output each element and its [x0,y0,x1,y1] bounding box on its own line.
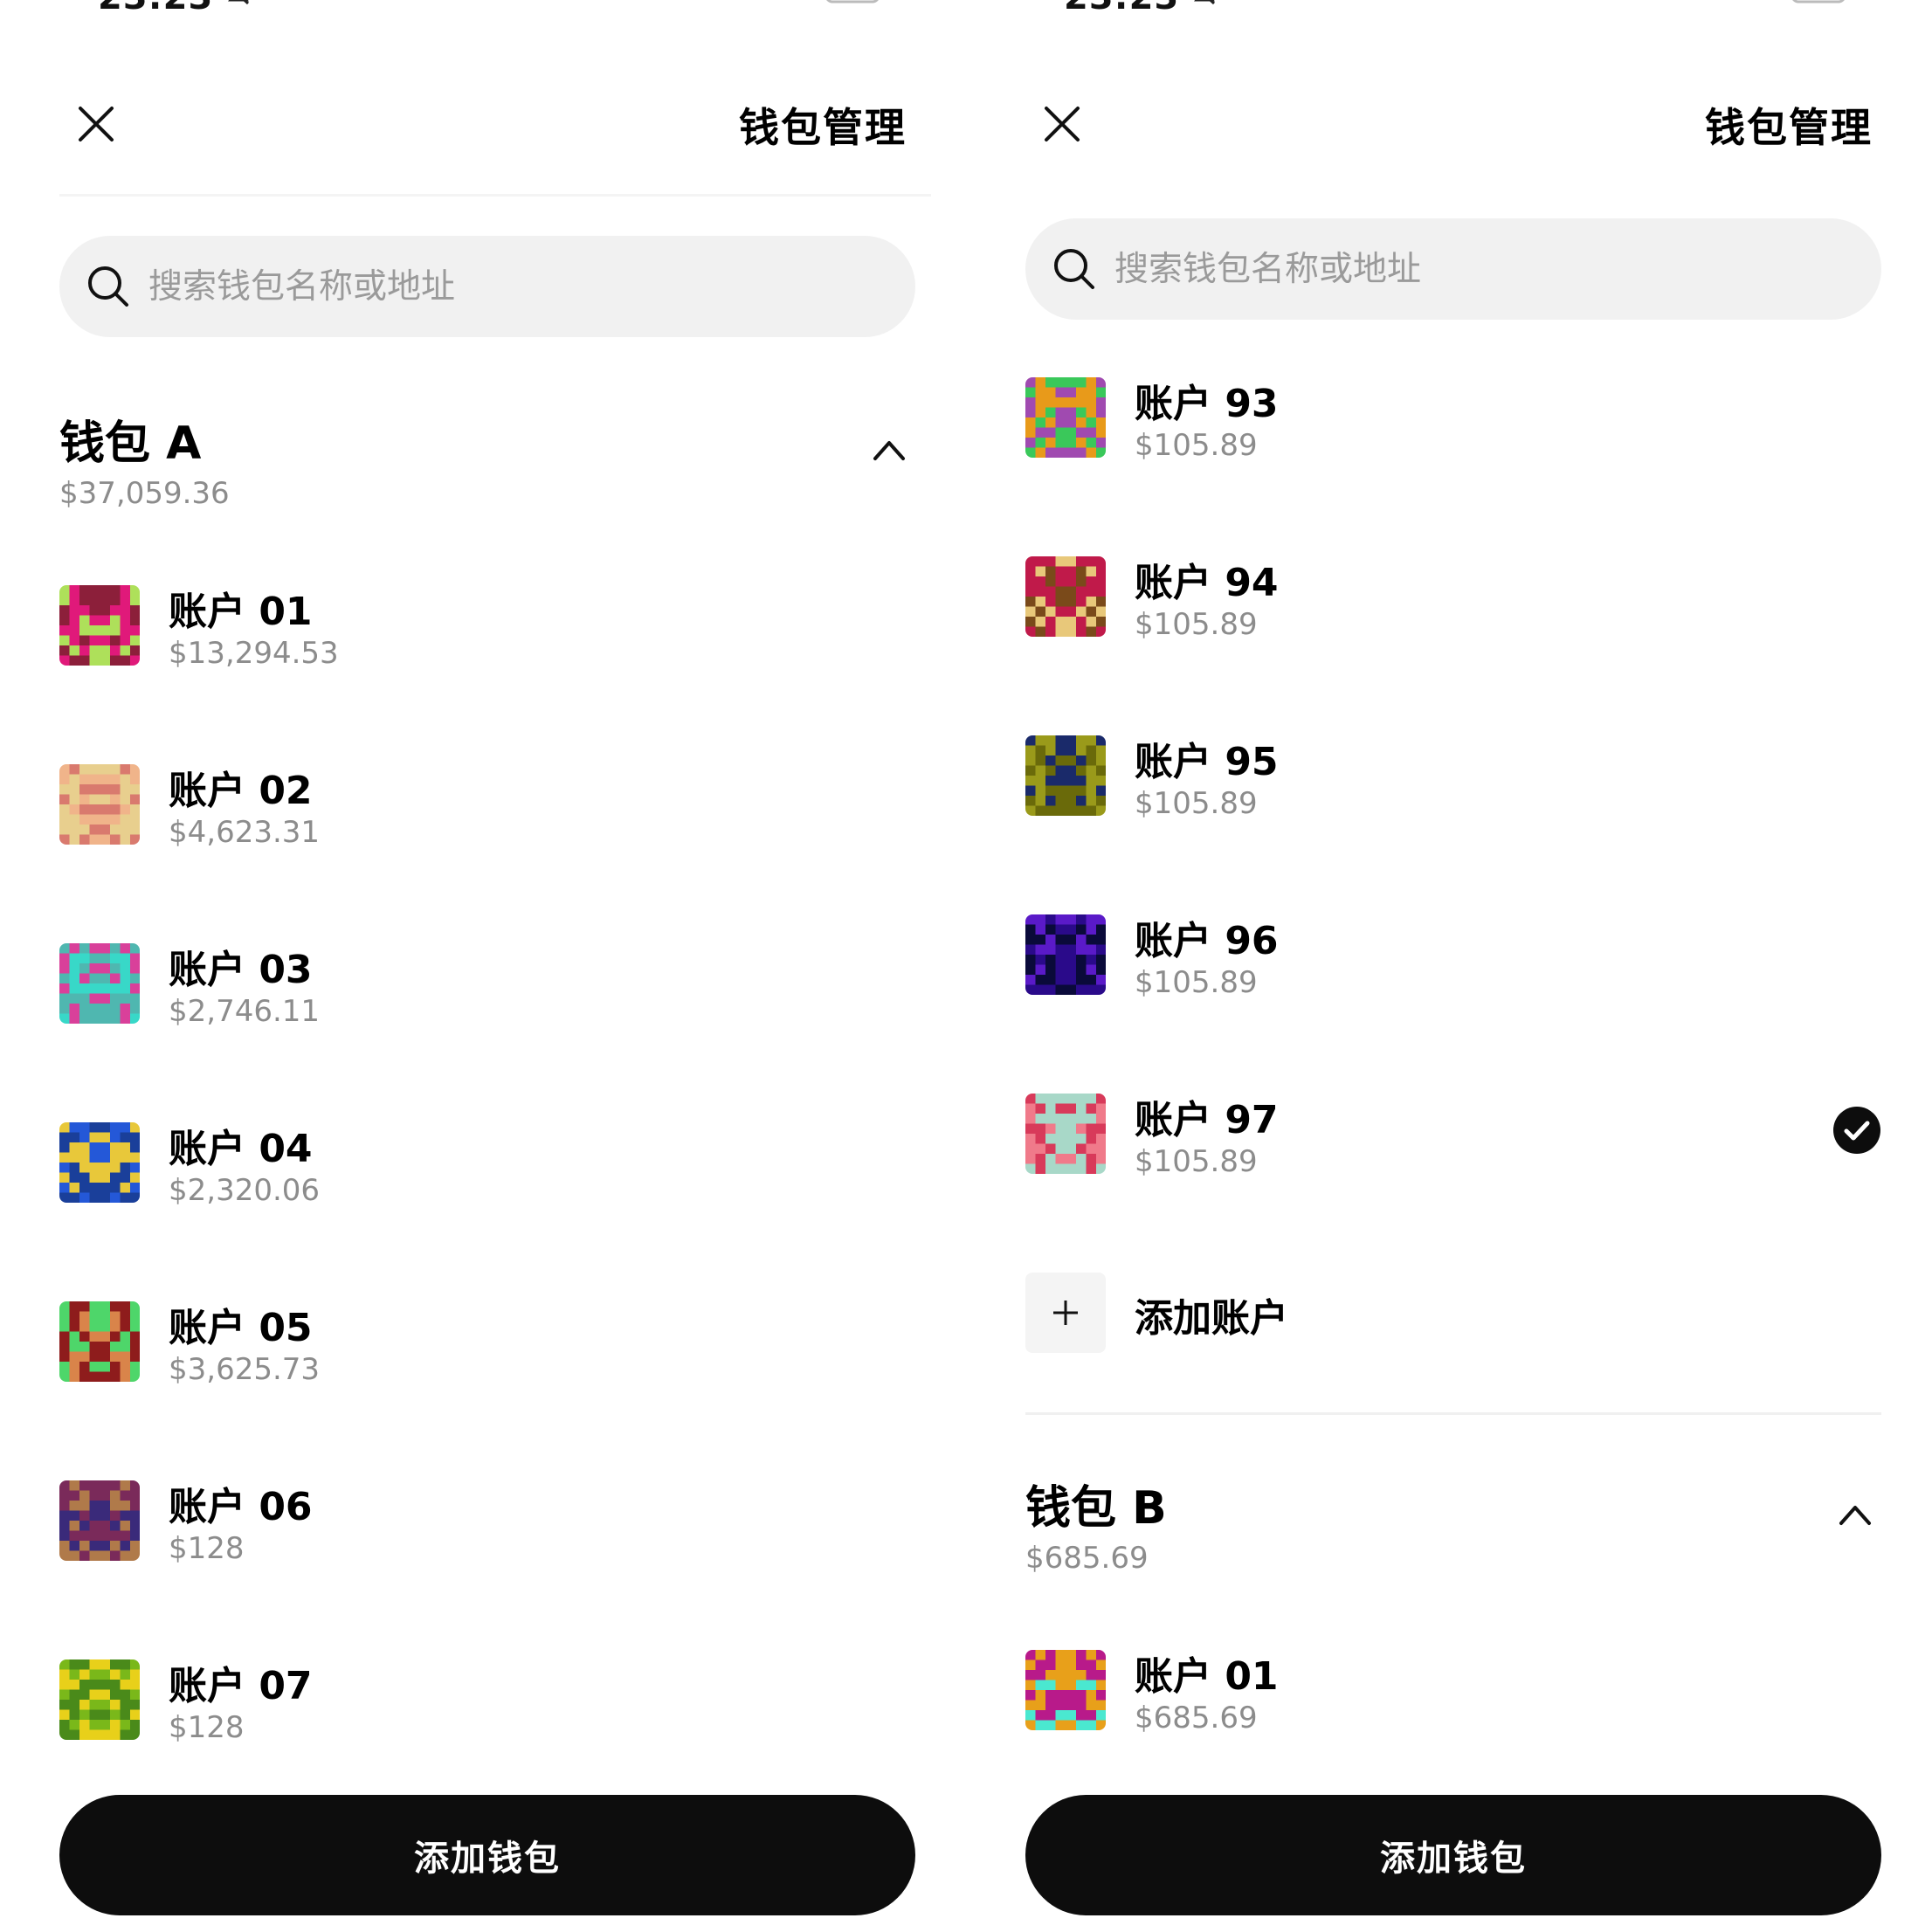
account-avatar [59,1480,140,1561]
account-balance: $2,746.11 [169,994,321,1029]
account-balance: $105.89 [1135,607,1258,642]
account-balance: $128 [169,1531,245,1566]
account-avatar [1025,1650,1106,1730]
account-balance: $685.69 [1135,1701,1258,1735]
status-time: 23:23 [1064,0,1179,17]
account-name: 账户 05 [169,1306,313,1350]
status-time: 23:23 [98,0,213,17]
wallet-total-balance: $37,059.36 [59,476,230,511]
account-name: 账户 07 [169,1664,313,1708]
account-name: 账户 03 [169,948,313,992]
add-account-label: 添加账户 [1135,1296,1288,1341]
account-balance: $4,623.31 [169,815,321,850]
account-avatar [59,764,140,845]
account-balance: $128 [169,1710,245,1745]
wallet-list: 账户 93 $105.89 账户 94 $105.89 账户 95 $105.89 账户 9… [1025,377,1881,1829]
account-avatar [59,1659,140,1740]
search-bar[interactable] [1025,218,1881,320]
account-avatar [1025,556,1106,637]
account-name: 账户 96 [1135,919,1279,963]
divider [1025,1412,1881,1415]
battery-icon [826,0,879,3]
close-icon[interactable] [75,103,117,145]
bell-muted-icon [1194,0,1216,5]
status-bar: 23:23 [0,0,966,17]
account-item[interactable]: 账户 03 $2,746.11 [59,943,915,1122]
page-title: 钱包管理 [739,104,907,151]
header: 钱包管理 [59,87,907,157]
account-avatar [59,1122,140,1203]
wifi-icon [1740,0,1759,2]
chevron-up-icon[interactable] [1838,1502,1873,1527]
add-wallet-button[interactable]: 添加钱包 [59,1795,915,1915]
account-name: 账户 01 [169,590,313,634]
account-name: 账户 04 [169,1127,313,1171]
search-input[interactable] [1114,249,1866,289]
account-balance: $105.89 [1135,786,1258,821]
account-item[interactable]: 账户 96 $105.89 [1025,914,1881,1094]
account-avatar [59,585,140,666]
search-icon [88,266,128,307]
wallet-total-balance: $685.69 [1025,1541,1149,1576]
plus-icon [1025,1273,1106,1353]
account-name: 账户 97 [1135,1098,1279,1142]
account-item[interactable]: 账户 94 $105.89 [1025,556,1881,735]
account-item[interactable]: 账户 05 $3,625.73 [59,1301,915,1480]
account-name: 账户 02 [169,769,313,813]
account-balance: $105.89 [1135,1144,1258,1179]
add-wallet-button[interactable]: 添加钱包 [1025,1795,1881,1915]
account-balance: $105.89 [1135,965,1258,1000]
chevron-up-icon[interactable] [872,438,907,462]
account-item[interactable]: 账户 06 $128 [59,1480,915,1659]
account-item[interactable]: 账户 93 $105.89 [1025,377,1881,556]
close-icon[interactable] [1041,103,1083,145]
bell-muted-icon [228,0,250,5]
account-item[interactable]: 账户 97 $105.89 [1025,1094,1881,1273]
battery-icon [1792,0,1845,3]
account-balance: $3,625.73 [169,1352,321,1387]
account-item[interactable]: 账户 95 $105.89 [1025,735,1881,914]
account-name: 账户 93 [1135,382,1279,426]
wallet-header[interactable]: 钱包 A $37,059.36 [59,406,915,585]
wifi-icon [774,0,793,2]
account-name: 账户 94 [1135,561,1279,605]
page-title: 钱包管理 [1705,104,1873,151]
account-avatar [1025,1094,1106,1174]
status-bar: 23:23 [966,0,1932,17]
check-circle-icon [1833,1107,1880,1154]
account-avatar [1025,377,1106,458]
add-account-button[interactable]: 添加账户 [1025,1273,1881,1412]
account-name: 账户 01 [1135,1654,1279,1699]
wallet-name: 钱包 B [1025,1482,1167,1535]
account-item[interactable]: 账户 01 $13,294.53 [59,585,915,764]
search-input[interactable] [148,266,900,307]
wallet-list: 钱包 A $37,059.36 账户 01 $13,294.53 账户 02 $4,6… [59,406,915,1839]
search-icon [1054,249,1094,289]
wallet-name: 钱包 A [59,417,202,470]
account-avatar [1025,735,1106,816]
account-avatar [59,1301,140,1382]
account-balance: $105.89 [1135,428,1258,463]
account-name: 账户 06 [169,1485,313,1529]
search-bar[interactable] [59,236,915,337]
account-item[interactable]: 账户 02 $4,623.31 [59,764,915,943]
divider [59,194,931,197]
account-name: 账户 95 [1135,740,1279,784]
account-avatar [59,943,140,1024]
header: 钱包管理 [1025,87,1873,157]
wallet-management-screen-left: 23:23 钱包管理 钱包 A $37,059.36 账户 01$13,294.… [0,0,966,1932]
wallet-management-screen-right: 23:23 钱包管理 账户 93$105.89账户 94$105.89账户 95… [966,0,1932,1932]
account-balance: $13,294.53 [169,636,339,671]
wallet-header[interactable]: 钱包 B $685.69 [1025,1471,1881,1650]
account-avatar [1025,914,1106,995]
account-balance: $2,320.06 [169,1173,321,1208]
account-item[interactable]: 账户 04 $2,320.06 [59,1122,915,1301]
